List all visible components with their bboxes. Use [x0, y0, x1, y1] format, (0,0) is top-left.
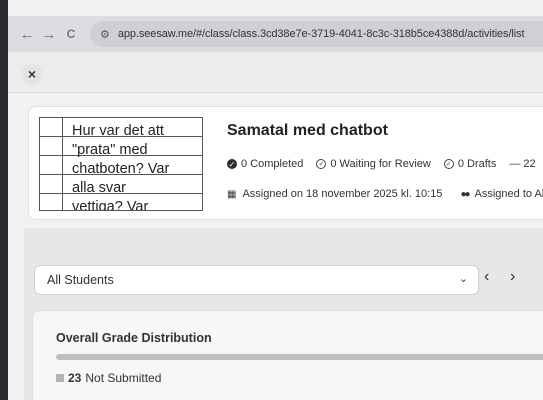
url-field[interactable]: ⚙ app.seesaw.me/#/class/class.3cd38e7e-3…: [90, 21, 543, 47]
close-button[interactable]: ×: [22, 64, 42, 84]
thumbnail-line: "prata" med: [72, 142, 148, 158]
thumbnail-line: vettiga? Var: [72, 199, 149, 211]
grade-distribution-title: Overall Grade Distribution: [56, 331, 212, 345]
activity-toolbar: ×: [8, 52, 543, 93]
thumbnail-line: Hur var det att: [72, 123, 164, 139]
browser-address-bar: ← → C ⚙ app.seesaw.me/#/class/class.3cd3…: [8, 16, 543, 52]
student-filter-value: All Students: [47, 273, 114, 287]
next-student-button[interactable]: ›: [510, 268, 515, 286]
assigned-to: Assigned to Al: [474, 188, 543, 200]
activity-stats: ✓ 0 Completed ✓ 0 Waiting for Review ✓ 0…: [227, 158, 543, 170]
site-settings-icon[interactable]: ⚙: [100, 28, 110, 41]
chevron-down-icon: ⌄: [458, 273, 468, 285]
drafts-stat: ✓ 0 Drafts: [443, 158, 497, 170]
legend-not-submitted: 23 Not Submitted: [56, 371, 161, 385]
thumbnail-line: alla svar: [72, 180, 126, 196]
thumbnail-table-column: [62, 118, 63, 210]
student-filter-select[interactable]: All Students ⌄: [34, 265, 479, 295]
activity-title[interactable]: Samatal med chatbot: [227, 122, 388, 140]
not-submitted-label: Not Submitted: [85, 371, 162, 385]
thumbnail-text: Hur var det att "prata" med chatboten? V…: [72, 122, 200, 211]
drafts-count: 0 Drafts: [457, 158, 497, 170]
activity-thumbnail[interactable]: Hur var det att "prata" med chatboten? V…: [39, 117, 203, 211]
people-icon: ●●: [460, 188, 470, 200]
grade-distribution-bar: [56, 354, 543, 360]
screen: ← → C ⚙ app.seesaw.me/#/class/class.3cd3…: [8, 0, 543, 400]
activity-card: Hur var det att "prata" med chatboten? V…: [28, 106, 543, 220]
forward-arrow-icon[interactable]: →: [38, 26, 60, 43]
check-outline-icon: ✓: [316, 159, 327, 169]
not-submitted-count: 23: [68, 371, 82, 385]
completed-count: 0 Completed: [241, 158, 304, 170]
draft-icon: ✓: [443, 159, 454, 169]
completed-stat: ✓ 0 Completed: [227, 158, 303, 170]
legend-swatch: [56, 374, 64, 382]
assigned-on: Assigned on 18 november 2025 kl. 10:15: [242, 188, 443, 200]
extra-stat: — 22: [509, 158, 536, 170]
waiting-stat: ✓ 0 Waiting for Review: [316, 158, 431, 170]
thumbnail-line: chatboten? Var: [72, 161, 170, 177]
back-arrow-icon[interactable]: ←: [16, 26, 38, 43]
assignment-info: ▦ Assigned on 18 november 2025 kl. 10:15…: [227, 188, 543, 200]
previous-student-button[interactable]: ‹: [484, 268, 489, 286]
url-text: app.seesaw.me/#/class/class.3cd38e7e-371…: [117, 28, 525, 40]
reload-icon[interactable]: C: [60, 27, 82, 41]
calendar-icon: ▦: [227, 188, 237, 200]
check-circle-icon: ✓: [227, 159, 237, 169]
grade-distribution-card: Overall Grade Distribution 23 Not Submit…: [32, 310, 543, 400]
waiting-count: 0 Waiting for Review: [330, 158, 431, 170]
